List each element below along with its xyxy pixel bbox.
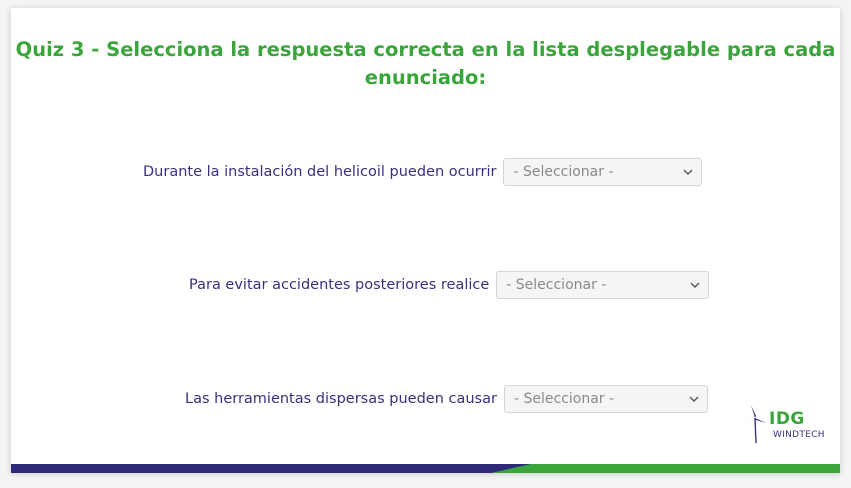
question-row-3: Las herramientas dispersas pueden causar… — [185, 384, 708, 414]
quiz-title-line-1: Quiz 3 - Selecciona la respuesta correct… — [15, 38, 836, 61]
question-label-1: Durante la instalación del helicoil pued… — [143, 164, 497, 180]
chevron-down-icon — [683, 169, 693, 175]
footer-color-bar — [11, 464, 840, 473]
idg-windtech-logo: IDG WINDTECH — [745, 404, 829, 448]
dropdown-value-2: - Seleccionar - — [506, 277, 607, 293]
dropdown-value-1: - Seleccionar - — [513, 164, 614, 180]
quiz-card: Quiz 3 - Selecciona la respuesta correct… — [11, 8, 840, 473]
question-row-2: Para evitar accidentes posteriores reali… — [189, 270, 710, 300]
dropdown-value-3: - Seleccionar - — [513, 391, 615, 407]
logo-sub-text: WINDTECH — [773, 430, 825, 440]
answer-dropdown-2[interactable]: - Seleccionar - — [496, 271, 710, 299]
page-background: Quiz 3 - Selecciona la respuesta correct… — [0, 0, 851, 488]
chevron-down-icon — [689, 396, 699, 402]
question-row-1: Durante la instalación del helicoil pued… — [143, 157, 703, 187]
answer-dropdown-1[interactable]: - Seleccionar - — [503, 158, 703, 186]
quiz-title-line-2: enunciado: — [364, 66, 487, 89]
chevron-down-icon — [690, 282, 700, 288]
quiz-title: Quiz 3 - Selecciona la respuesta correct… — [11, 36, 840, 92]
answer-dropdown-3[interactable]: - Seleccionar - — [503, 385, 708, 413]
wind-turbine-icon — [746, 405, 766, 444]
logo-brand-text: IDG — [769, 409, 805, 429]
question-label-2: Para evitar accidentes posteriores reali… — [189, 277, 490, 293]
question-label-3: Las herramientas dispersas pueden causar — [185, 391, 497, 407]
